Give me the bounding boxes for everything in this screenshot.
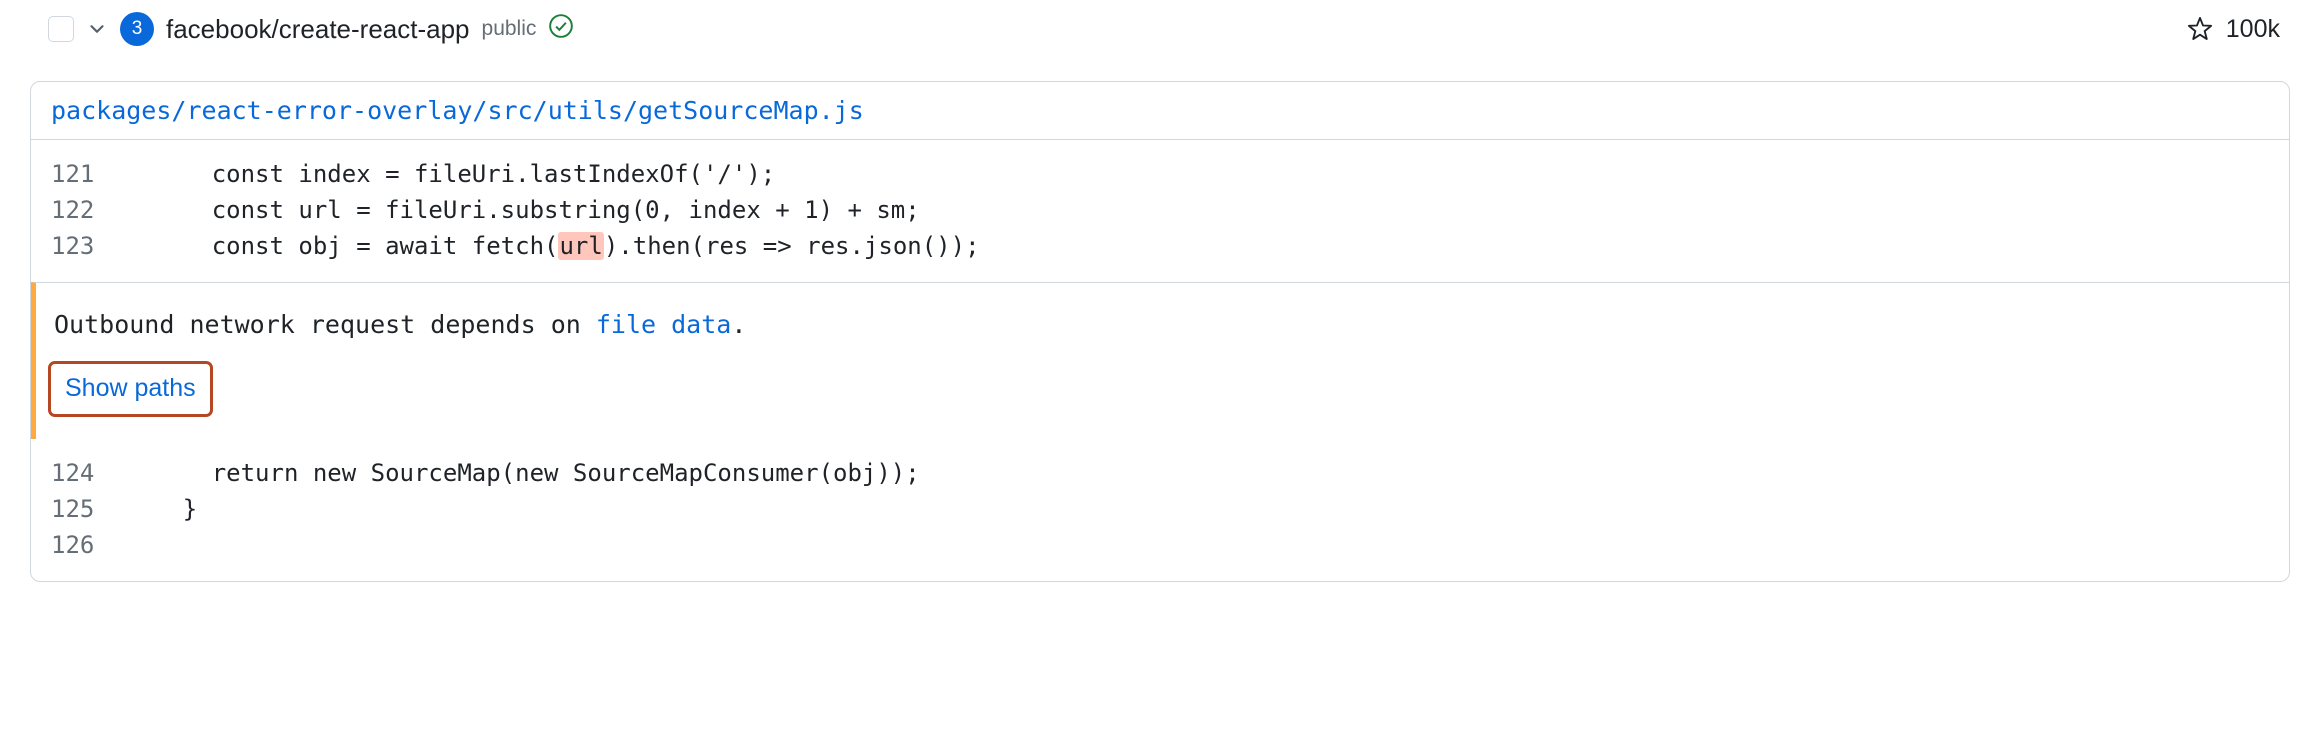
alert-link[interactable]: file data xyxy=(596,310,731,339)
star-count[interactable]: 100k xyxy=(2186,15,2290,44)
visibility-label: public xyxy=(482,17,537,41)
repo-name[interactable]: facebook/create-react-app xyxy=(166,14,470,45)
line-number: 126 xyxy=(31,527,125,563)
code-line: 126 xyxy=(31,527,2289,563)
code-text: const obj = await fetch(url).then(res =>… xyxy=(125,228,2289,264)
code-line: 121 const index = fileUri.lastIndexOf('/… xyxy=(31,156,2289,192)
line-number: 125 xyxy=(31,491,125,527)
star-icon xyxy=(2186,15,2214,43)
count-badge: 3 xyxy=(120,12,154,46)
code-text: } xyxy=(125,491,2289,527)
star-count-value: 100k xyxy=(2226,15,2280,44)
line-number: 124 xyxy=(31,455,125,491)
verified-icon xyxy=(548,13,574,45)
code-panel: packages/react-error-overlay/src/utils/g… xyxy=(30,81,2290,582)
line-number: 121 xyxy=(31,156,125,192)
code-text xyxy=(125,527,2289,563)
code-line: 125 } xyxy=(31,491,2289,527)
chevron-down-icon[interactable] xyxy=(86,18,108,40)
highlight: url xyxy=(558,232,603,260)
line-number: 122 xyxy=(31,192,125,228)
show-paths-button[interactable]: Show paths xyxy=(48,361,213,417)
code-text: const index = fileUri.lastIndexOf('/'); xyxy=(125,156,2289,192)
code-block-2: 124 return new SourceMap(new SourceMapCo… xyxy=(31,439,2289,581)
code-text: const url = fileUri.substring(0, index +… xyxy=(125,192,2289,228)
line-number: 123 xyxy=(31,228,125,264)
alert-message: Outbound network request depends on file… xyxy=(54,305,2269,345)
code-line: 124 return new SourceMap(new SourceMapCo… xyxy=(31,455,2289,491)
select-checkbox[interactable] xyxy=(48,16,74,42)
file-path-link[interactable]: packages/react-error-overlay/src/utils/g… xyxy=(51,96,864,125)
file-path-row: packages/react-error-overlay/src/utils/g… xyxy=(31,82,2289,140)
code-line: 122 const url = fileUri.substring(0, ind… xyxy=(31,192,2289,228)
code-text: return new SourceMap(new SourceMapConsum… xyxy=(125,455,2289,491)
repo-header: 3 facebook/create-react-app public 100k xyxy=(30,12,2290,46)
code-block-1: 121 const index = fileUri.lastIndexOf('/… xyxy=(31,140,2289,282)
alert: Outbound network request depends on file… xyxy=(31,282,2289,439)
code-line: 123 const obj = await fetch(url).then(re… xyxy=(31,228,2289,264)
